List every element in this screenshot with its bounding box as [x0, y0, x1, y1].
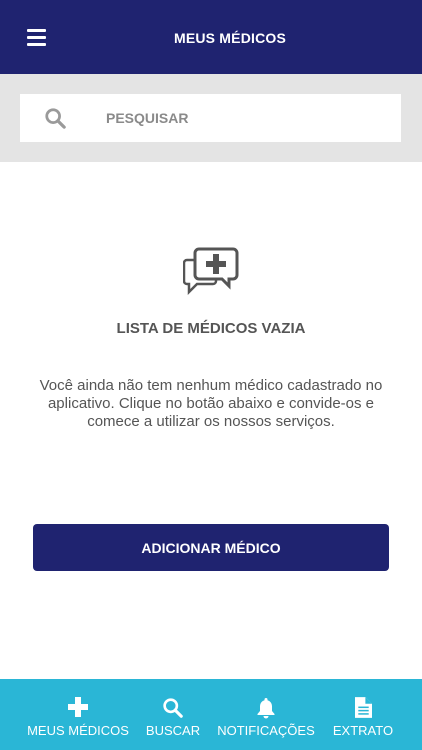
search-input[interactable] — [106, 94, 386, 142]
add-doctor-button[interactable]: ADICIONAR MÉDICO — [33, 524, 389, 571]
nav-item-meus-medicos[interactable]: MEUS MÉDICOS — [26, 679, 130, 750]
nav-label: EXTRATO — [332, 723, 394, 738]
nav-label: MEUS MÉDICOS — [27, 723, 129, 738]
nav-label: BUSCAR — [145, 723, 201, 738]
search-area — [0, 74, 422, 162]
empty-state-title: LISTA DE MÉDICOS VAZIA — [116, 320, 306, 337]
search-icon — [45, 108, 66, 129]
app-header: MEUS MÉDICOS — [0, 0, 422, 74]
document-icon — [355, 697, 372, 718]
bottom-navigation: MEUS MÉDICOS BUSCAR NOTIFICAÇÕES EXTRATO — [0, 679, 422, 750]
bell-icon — [257, 698, 275, 719]
nav-item-buscar[interactable]: BUSCAR — [140, 679, 206, 750]
page-title: MEUS MÉDICOS — [173, 30, 287, 46]
search-box[interactable] — [20, 94, 401, 142]
search-icon — [163, 698, 183, 718]
chat-plus-icon — [183, 247, 239, 296]
nav-item-notificacoes[interactable]: NOTIFICAÇÕES — [217, 679, 315, 750]
empty-state-description: Você ainda não tem nenhum médico cadastr… — [39, 377, 383, 430]
nav-item-extrato[interactable]: EXTRATO — [330, 679, 396, 750]
plus-icon — [68, 697, 88, 717]
nav-label: NOTIFICAÇÕES — [217, 723, 315, 738]
